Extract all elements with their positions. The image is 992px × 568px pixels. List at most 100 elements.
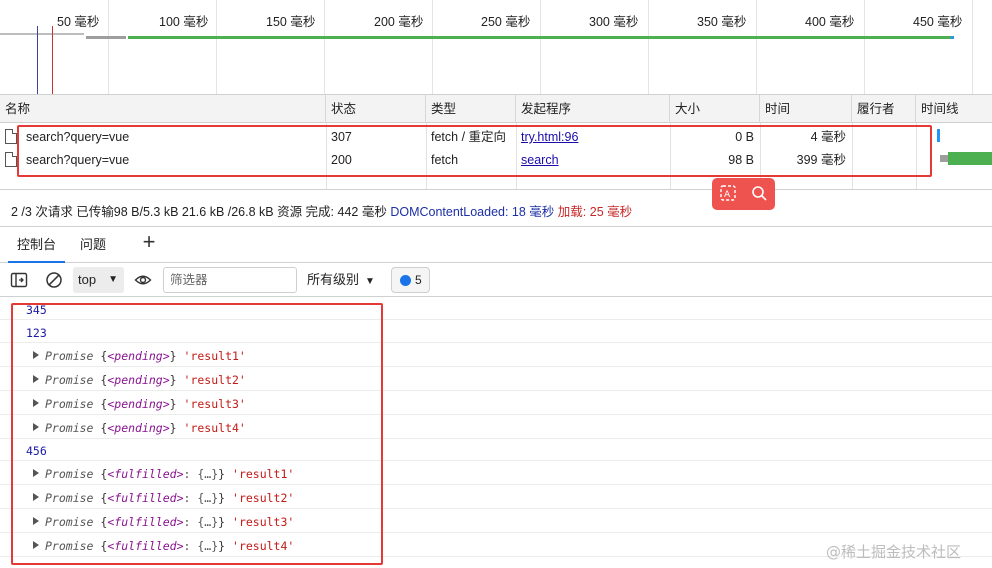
- log-number: 456: [26, 444, 47, 458]
- request-name: search?query=vue: [26, 153, 130, 167]
- overview-tick-label: 100 毫秒: [159, 15, 209, 29]
- promise-state: <pending>: [107, 373, 170, 387]
- message-count-badge[interactable]: 5: [391, 267, 430, 293]
- column-header-type[interactable]: 类型: [426, 95, 516, 123]
- overview-tick-label: 50 毫秒: [57, 15, 100, 29]
- log-number: 345: [26, 303, 47, 317]
- search-icon[interactable]: [749, 184, 769, 204]
- promise-keyword: Promise: [45, 373, 94, 387]
- console-toolbar: top ▼ 筛选器 所有级别 ▼ 5: [0, 263, 992, 297]
- console-message: 345: [0, 297, 992, 320]
- table-row[interactable]: search?query=vue 200 fetch search 98 B 3…: [0, 149, 992, 172]
- overview-tick-label: 300 毫秒: [589, 15, 639, 29]
- request-type: fetch: [431, 153, 459, 167]
- console-message[interactable]: Promise {<pending>} 'result1': [0, 343, 992, 367]
- request-name: search?query=vue: [26, 130, 130, 144]
- dom-content-loaded-marker: [37, 26, 38, 94]
- column-header-name[interactable]: 名称: [0, 95, 326, 123]
- overview-gridline: [972, 0, 973, 94]
- request-type: fetch / 重定向: [431, 130, 507, 144]
- overview-gridline: [324, 0, 325, 94]
- expand-triangle-icon[interactable]: [33, 375, 39, 383]
- console-output: 345 123 Promise {<pending>} 'result1' Pr…: [0, 297, 992, 568]
- promise-state: <fulfilled>: [107, 539, 184, 553]
- overview-tick-label: 450 毫秒: [913, 15, 963, 29]
- promise-keyword: Promise: [45, 397, 94, 411]
- filter-input[interactable]: 筛选器: [163, 267, 297, 293]
- expand-triangle-icon[interactable]: [33, 399, 39, 407]
- initiator-link[interactable]: try.html:96: [521, 130, 578, 144]
- request-summary: 2 /3 次请求 已传输98 B/5.3 kB 21.6 kB /26.8 kB…: [11, 205, 387, 219]
- tab-issues[interactable]: 问题: [80, 227, 106, 263]
- network-overview-timeline[interactable]: 50 毫秒 100 毫秒 150 毫秒 200 毫秒 250 毫秒 300 毫秒…: [0, 0, 992, 95]
- expand-triangle-icon[interactable]: [33, 493, 39, 501]
- log-string: 'result1': [232, 467, 295, 481]
- context-value: top: [78, 272, 97, 287]
- promise-keyword: Promise: [45, 421, 94, 435]
- overview-tick-label: 350 毫秒: [697, 15, 747, 29]
- overview-request-bar: [951, 36, 954, 39]
- expand-triangle-icon[interactable]: [33, 469, 39, 477]
- request-size: 98 B: [728, 153, 754, 167]
- promise-state: <fulfilled>: [107, 467, 184, 481]
- log-levels-dropdown[interactable]: 所有级别 ▼: [307, 267, 375, 293]
- message-count: 5: [415, 273, 422, 287]
- column-header-size[interactable]: 大小: [670, 95, 760, 123]
- log-number: 123: [26, 326, 47, 340]
- expand-triangle-icon[interactable]: [33, 423, 39, 431]
- waterfall-bar: [937, 129, 940, 142]
- tab-console[interactable]: 控制台: [8, 227, 66, 263]
- console-message[interactable]: Promise {<fulfilled>: {…}} 'result1': [0, 461, 992, 485]
- console-message[interactable]: Promise {<pending>} 'result4': [0, 415, 992, 439]
- column-header-waterfall[interactable]: 时间线: [916, 95, 992, 123]
- expand-triangle-icon[interactable]: [33, 351, 39, 359]
- table-header: 名称 状态 类型 发起程序 大小 时间 履行者 时间线: [0, 95, 992, 123]
- expand-triangle-icon[interactable]: [33, 517, 39, 525]
- request-status: 307: [331, 130, 352, 144]
- console-message: 456: [0, 439, 992, 461]
- promise-state: <pending>: [107, 349, 170, 363]
- promise-state: <fulfilled>: [107, 491, 184, 505]
- request-time: 399 毫秒: [796, 153, 846, 167]
- promise-value: : {…}: [183, 515, 219, 529]
- overview-gridline: [108, 0, 109, 94]
- add-tab-icon[interactable]: +: [139, 231, 159, 253]
- overview-gridline: [216, 0, 217, 94]
- column-header-status[interactable]: 状态: [326, 95, 426, 123]
- console-message[interactable]: Promise {<pending>} 'result3': [0, 391, 992, 415]
- context-selector[interactable]: top ▼: [73, 267, 124, 293]
- promise-keyword: Promise: [45, 515, 94, 529]
- watermark: @稀土掘金技术社区: [826, 543, 962, 561]
- promise-keyword: Promise: [45, 491, 94, 505]
- document-icon: [5, 129, 17, 144]
- overview-tick-label: 250 毫秒: [481, 15, 531, 29]
- translate-icon[interactable]: A: [718, 184, 738, 204]
- column-header-initiator[interactable]: 发起程序: [516, 95, 670, 123]
- column-header-time[interactable]: 时间: [760, 95, 852, 123]
- initiator-link[interactable]: search: [521, 153, 559, 167]
- load-time: 加载: 25 毫秒: [557, 205, 633, 219]
- overview-gridline: [756, 0, 757, 94]
- log-string: 'result4': [232, 539, 295, 553]
- expand-triangle-icon[interactable]: [33, 541, 39, 549]
- column-header-fulfilled-by[interactable]: 履行者: [852, 95, 916, 123]
- caret-down-icon: ▼: [365, 276, 375, 287]
- eye-icon[interactable]: [134, 271, 152, 289]
- table-row[interactable]: search?query=vue 307 fetch / 重定向 try.htm…: [0, 126, 992, 149]
- promise-value: : {…}: [183, 539, 219, 553]
- document-icon: [5, 152, 17, 167]
- clear-console-icon[interactable]: [45, 271, 63, 289]
- console-message[interactable]: Promise {<pending>} 'result2': [0, 367, 992, 391]
- console-message: 123: [0, 320, 992, 343]
- dom-content-loaded-time: DOMContentLoaded: 18 毫秒: [390, 205, 555, 219]
- promise-keyword: Promise: [45, 539, 94, 553]
- log-string: 'result2': [183, 373, 246, 387]
- sidebar-toggle-icon[interactable]: [10, 271, 28, 289]
- promise-keyword: Promise: [45, 467, 94, 481]
- promise-state: <fulfilled>: [107, 515, 184, 529]
- log-string: 'result2': [232, 491, 295, 505]
- overview-gridline: [864, 0, 865, 94]
- console-message[interactable]: Promise {<fulfilled>: {…}} 'result2': [0, 485, 992, 509]
- console-message[interactable]: Promise {<fulfilled>: {…}} 'result3': [0, 509, 992, 533]
- overview-tick-label: 400 毫秒: [805, 15, 855, 29]
